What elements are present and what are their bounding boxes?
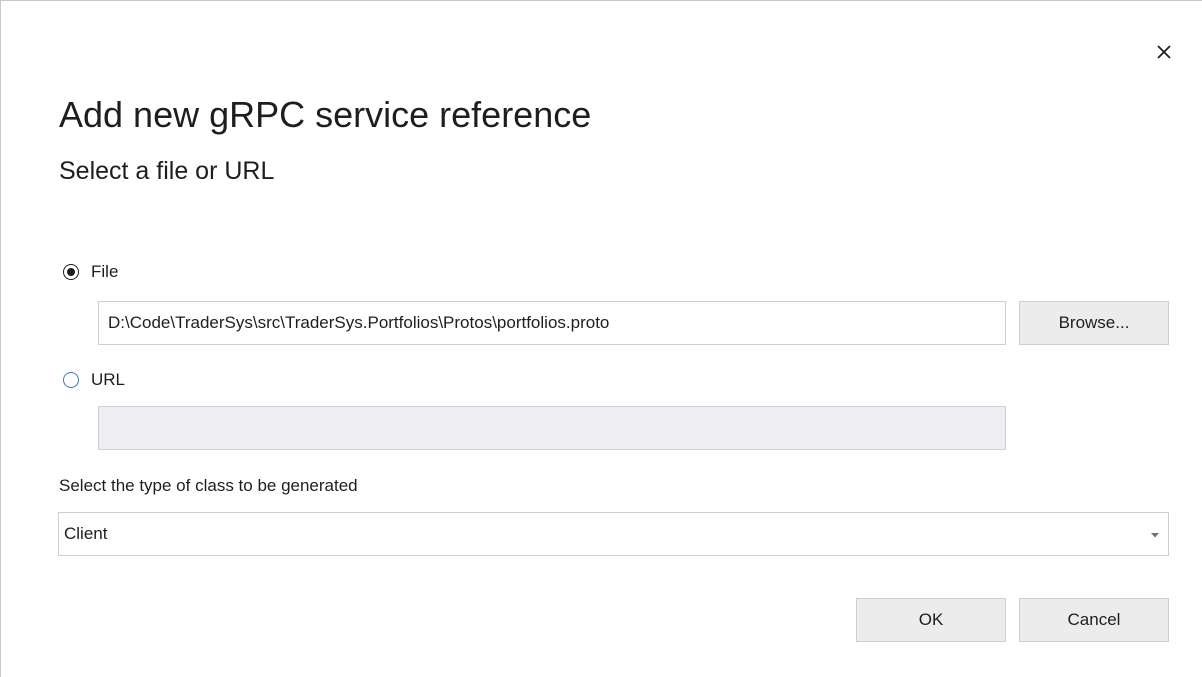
- class-type-label: Select the type of class to be generated: [59, 476, 358, 495]
- file-radio-option[interactable]: File: [63, 261, 118, 283]
- file-radio-label: File: [91, 262, 119, 281]
- close-icon: [1157, 45, 1171, 59]
- add-grpc-reference-dialog: Add new gRPC service reference Select a …: [0, 0, 1202, 677]
- browse-button[interactable]: Browse...: [1019, 301, 1169, 345]
- class-type-dropdown[interactable]: Client: [58, 512, 1169, 556]
- dialog-subtitle: Select a file or URL: [59, 157, 275, 185]
- chevron-down-icon: [1150, 531, 1160, 539]
- class-type-selected-value: Client: [64, 524, 108, 543]
- file-path-input[interactable]: D:\Code\TraderSys\src\TraderSys.Portfoli…: [98, 301, 1006, 345]
- file-radio-button[interactable]: [63, 264, 79, 280]
- dialog-title: Add new gRPC service reference: [59, 94, 592, 135]
- url-radio-label: URL: [91, 370, 126, 389]
- url-radio-option[interactable]: URL: [63, 369, 125, 391]
- url-radio-button[interactable]: [63, 372, 79, 388]
- ok-button[interactable]: OK: [856, 598, 1006, 642]
- radio-selected-dot: [67, 268, 75, 276]
- cancel-button[interactable]: Cancel: [1019, 598, 1169, 642]
- url-input[interactable]: [98, 406, 1006, 450]
- close-button[interactable]: [1151, 39, 1177, 65]
